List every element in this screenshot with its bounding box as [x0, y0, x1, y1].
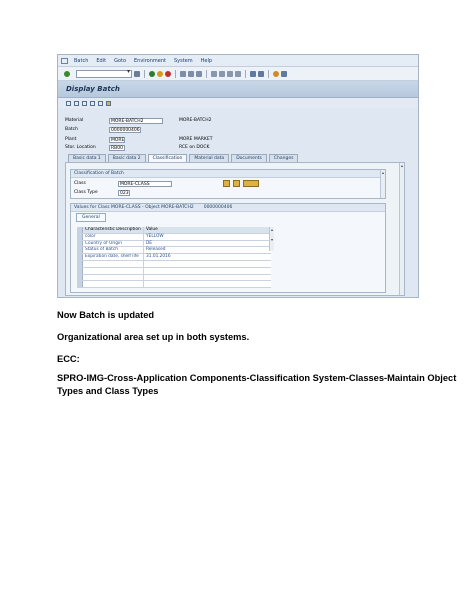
plant-desc: MORE MARKET — [179, 137, 213, 142]
help-icon[interactable] — [273, 70, 279, 77]
where-used-icon[interactable] — [98, 100, 103, 106]
new-session-icon[interactable] — [250, 70, 256, 77]
class-field[interactable]: MORE-CLASS — [118, 180, 172, 187]
doc-line-ecc: ECC: — [57, 354, 80, 364]
menu-goto[interactable]: Goto — [114, 58, 126, 64]
doc-line-spro-path-1: SPRO-IMG-Cross-Application Components-Cl… — [57, 373, 457, 383]
last-page-icon[interactable] — [235, 70, 241, 77]
material-desc: MORE-BATCH2 — [179, 118, 212, 123]
class-type-field[interactable]: 023 — [118, 189, 130, 196]
material-row: Material MORE-BATCH2 MORE-BATCH2 — [65, 117, 212, 124]
display-icon[interactable] — [82, 100, 87, 106]
other-batch-icon[interactable] — [106, 100, 111, 106]
storage-location-row: Stor. Location RB00 RCE on DOCK — [65, 144, 210, 151]
menu-edit[interactable]: Edit — [96, 58, 106, 64]
plant-field[interactable]: MORE — [109, 136, 125, 143]
screen-title: Display Batch — [58, 81, 418, 98]
table-row[interactable]: color YELLOW — [77, 233, 271, 241]
table-row[interactable] — [77, 274, 271, 282]
command-field[interactable] — [76, 68, 132, 78]
table-row[interactable] — [77, 267, 271, 275]
class-buttons-icon[interactable] — [243, 180, 259, 187]
menu-environment[interactable]: Environment — [134, 58, 166, 64]
doc-line-org-area: Organizational area set up in both syste… — [57, 332, 250, 342]
tab-basic-data-1[interactable]: Basic data 1 — [68, 154, 106, 162]
create-icon[interactable] — [66, 100, 71, 106]
panel-scrollbar[interactable]: ▴ — [399, 163, 404, 295]
table-row[interactable] — [77, 260, 271, 268]
table-row[interactable]: Country of Origin DE — [77, 240, 271, 248]
menu-system[interactable]: System — [174, 58, 193, 64]
save-icon[interactable] — [134, 70, 140, 77]
tab-material-data[interactable]: Material data — [189, 154, 230, 162]
application-toolbar — [58, 98, 418, 108]
class-type-row: Class Type 023 — [74, 189, 130, 196]
doc-line-spro-path-2: Types and Class Types — [57, 386, 159, 396]
tab-general[interactable]: General — [76, 213, 106, 222]
values-title: Values for Class MORE-CLASS - Object MOR… — [74, 205, 194, 210]
table-row[interactable]: Status of Batch Released — [77, 247, 271, 255]
print-icon[interactable] — [180, 70, 186, 77]
system-toolbar — [58, 67, 418, 81]
storage-location-desc: RCE on DOCK — [179, 145, 210, 150]
batch-field[interactable]: 0000000406 — [109, 126, 141, 133]
next-page-icon[interactable] — [227, 70, 233, 77]
doc-line-batch-updated: Now Batch is updated — [57, 310, 155, 320]
table-header: Characteristic Description Value — [77, 227, 271, 234]
tab-strip: Basic data 1 Basic data 2 Classification… — [68, 154, 299, 162]
menu-batch[interactable]: Batch — [74, 58, 88, 64]
change-icon[interactable] — [74, 100, 79, 106]
shortcut-icon[interactable] — [258, 70, 264, 77]
sap-screenshot: Batch Edit Goto Environment System Help … — [57, 54, 419, 298]
tab-basic-data-2[interactable]: Basic data 2 — [107, 154, 146, 162]
material-field[interactable]: MORE-BATCH2 — [109, 117, 163, 124]
values-group: Values for Class MORE-CLASS - Object MOR… — [70, 203, 386, 293]
copy-icon[interactable] — [90, 100, 95, 106]
class-scrollbar[interactable]: ▴ — [380, 170, 385, 198]
menu-bar: Batch Edit Goto Environment System Help — [58, 55, 418, 67]
classification-panel: Classification of Batch Class MORE-CLASS… — [65, 162, 405, 296]
batch-row: Batch 0000000406 — [65, 126, 141, 133]
object-number: 0000000406 — [203, 205, 233, 210]
search-icon[interactable] — [223, 180, 230, 187]
cancel-icon[interactable] — [165, 70, 171, 77]
layout-icon[interactable] — [281, 70, 287, 77]
class-row: Class MORE-CLASS — [74, 180, 172, 187]
find-next-icon[interactable] — [196, 70, 202, 77]
exit-icon[interactable] — [61, 57, 68, 64]
table-row[interactable] — [77, 281, 271, 289]
tab-classification[interactable]: Classification — [147, 154, 188, 162]
characteristics-table: Characteristic Description Value color Y… — [77, 227, 271, 289]
classification-group: Classification of Batch Class MORE-CLASS… — [70, 169, 386, 199]
table-row[interactable]: Expiration date, shelf life 31.01.2016 — [77, 254, 271, 261]
exit-icon[interactable] — [157, 70, 163, 77]
storage-location-field[interactable]: RB00 — [109, 144, 125, 151]
plant-row: Plant MORE MORE MARKET — [65, 136, 213, 143]
back-icon[interactable] — [149, 70, 155, 77]
first-page-icon[interactable] — [211, 70, 217, 77]
find-icon[interactable] — [188, 70, 194, 77]
enter-icon[interactable] — [64, 70, 70, 77]
prev-page-icon[interactable] — [219, 70, 225, 77]
tab-changes[interactable]: Changes — [268, 154, 299, 162]
copy-icon[interactable] — [233, 180, 240, 187]
menu-help[interactable]: Help — [201, 58, 212, 64]
tab-documents[interactable]: Documents — [231, 154, 267, 162]
table-scrollbar[interactable]: ▴ ▾ — [269, 227, 274, 251]
